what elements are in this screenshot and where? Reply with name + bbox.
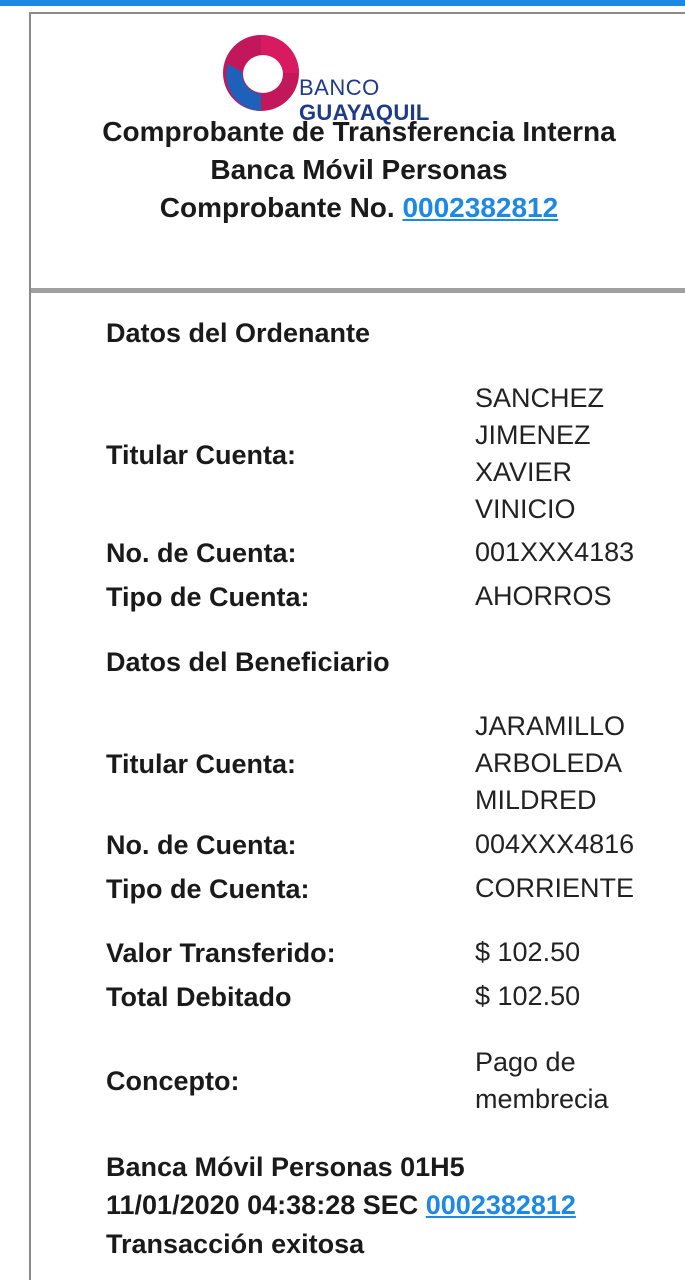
beneficiario-titular-line: ARBOLEDA bbox=[475, 748, 623, 778]
bank-logo: BANCO GUAYAQUIL bbox=[222, 34, 462, 124]
valor-transferido-label: Valor Transferido: bbox=[106, 938, 336, 968]
receipt-card: BANCO GUAYAQUIL Comprobante de Transfere… bbox=[29, 12, 685, 1280]
beneficiario-titular-value: JARAMILLO ARBOLEDA MILDRED bbox=[475, 708, 685, 819]
beneficiario-titular-line: MILDRED bbox=[475, 785, 597, 815]
concepto-line: Pago de bbox=[475, 1047, 576, 1077]
ordenante-titular-line: VINICIO bbox=[475, 494, 576, 524]
bank-logo-icon bbox=[223, 35, 299, 111]
receipt-number-line: Comprobante No. 0002382812 bbox=[31, 190, 685, 226]
concepto-value: Pago de membrecia bbox=[475, 1044, 685, 1118]
ordenante-section-title: Datos del Ordenante bbox=[106, 318, 371, 348]
receipt-number-label: Comprobante No. bbox=[159, 192, 395, 223]
concepto-label: Concepto: bbox=[106, 1066, 240, 1096]
ordenante-cuenta-value: 001XXX4183 bbox=[475, 537, 635, 567]
beneficiario-tipo-value: CORRIENTE bbox=[475, 873, 635, 903]
ordenante-titular-line: XAVIER bbox=[475, 457, 573, 487]
ordenante-tipo-value: AHORROS bbox=[475, 581, 612, 611]
ordenante-titular-line: SANCHEZ bbox=[475, 383, 605, 413]
footer-receipt-link[interactable]: 0002382812 bbox=[426, 1190, 576, 1220]
receipt-header: BANCO GUAYAQUIL Comprobante de Transfere… bbox=[31, 14, 685, 290]
valor-transferido-value: $ 102.50 bbox=[475, 937, 581, 967]
footer-datetime-line: 11/01/2020 04:38:28 SEC 0002382812 bbox=[106, 1186, 576, 1224]
receipt-subtitle: Banca Móvil Personas bbox=[210, 154, 508, 185]
ordenante-cuenta-label: No. de Cuenta: bbox=[106, 538, 297, 568]
beneficiario-section-title: Datos del Beneficiario bbox=[106, 647, 390, 677]
total-debitado-value: $ 102.50 bbox=[475, 981, 581, 1011]
ordenante-titular-value: SANCHEZ JIMENEZ XAVIER VINICIO bbox=[475, 380, 685, 528]
ordenante-titular-label: Titular Cuenta: bbox=[106, 440, 297, 470]
transaction-status: Transacción exitosa bbox=[106, 1229, 365, 1259]
beneficiario-titular-line: JARAMILLO bbox=[475, 711, 626, 741]
beneficiario-titular-label: Titular Cuenta: bbox=[106, 749, 297, 779]
footer-datetime-text: 11/01/2020 04:38:28 SEC bbox=[106, 1190, 419, 1220]
top-accent-bar bbox=[0, 0, 685, 6]
beneficiario-cuenta-value: 004XXX4816 bbox=[475, 829, 635, 859]
footer-channel-line: Banca Móvil Personas 01H5 bbox=[106, 1152, 465, 1182]
beneficiario-cuenta-label: No. de Cuenta: bbox=[106, 830, 297, 860]
ordenante-tipo-label: Tipo de Cuenta: bbox=[106, 582, 310, 612]
header-divider bbox=[31, 288, 685, 293]
concepto-line: membrecia bbox=[475, 1084, 609, 1114]
receipt-title: Comprobante de Transferencia Interna bbox=[102, 116, 616, 147]
beneficiario-tipo-label: Tipo de Cuenta: bbox=[106, 874, 310, 904]
total-debitado-label: Total Debitado bbox=[106, 982, 292, 1012]
ordenante-titular-line: JIMENEZ bbox=[475, 420, 591, 450]
logo-banco-text: BANCO bbox=[299, 75, 380, 100]
receipt-number-link[interactable]: 0002382812 bbox=[402, 192, 558, 223]
